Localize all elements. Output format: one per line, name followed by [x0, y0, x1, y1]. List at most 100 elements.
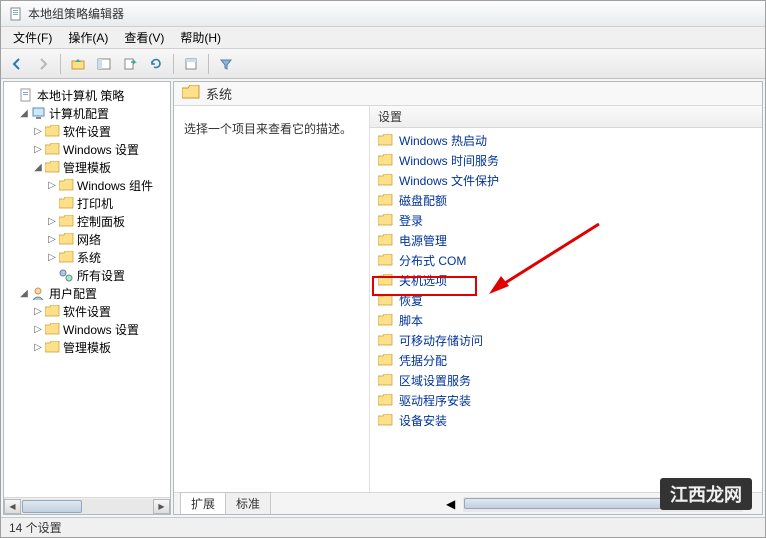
menu-help[interactable]: 帮助(H): [172, 27, 229, 48]
menu-file[interactable]: 文件(F): [5, 27, 60, 48]
collapse-icon[interactable]: ◢: [18, 108, 30, 119]
expand-icon[interactable]: ▷: [32, 342, 44, 353]
forward-button[interactable]: [31, 52, 55, 76]
tree-windows-components[interactable]: ▷ Windows 组件: [6, 176, 168, 194]
list-item[interactable]: Windows 文件保护: [370, 170, 762, 190]
folder-icon: [378, 234, 393, 246]
folder-icon: [44, 124, 60, 138]
scroll-left-icon[interactable]: ◀: [446, 497, 463, 512]
list-item[interactable]: 区域设置服务: [370, 370, 762, 390]
collapse-icon[interactable]: ◢: [32, 162, 44, 173]
scroll-right-icon[interactable]: ▶: [153, 499, 170, 514]
expand-icon[interactable]: ▷: [46, 180, 58, 191]
expand-icon[interactable]: ▷: [32, 126, 44, 137]
show-hide-tree-button[interactable]: [92, 52, 116, 76]
tree-admin-templates[interactable]: ◢ 管理模板: [6, 158, 168, 176]
list-item[interactable]: 登录: [370, 210, 762, 230]
status-text: 14 个设置: [9, 519, 62, 536]
tree-windows-settings[interactable]: ▷ Windows 设置: [6, 140, 168, 158]
folder-icon: [58, 250, 74, 264]
back-button[interactable]: [5, 52, 29, 76]
folder-icon: [378, 134, 393, 146]
filter-button[interactable]: [214, 52, 238, 76]
list-item[interactable]: 设备安装: [370, 410, 762, 430]
scroll-left-icon[interactable]: ◀: [4, 499, 21, 514]
folder-icon: [378, 174, 393, 186]
tree-network[interactable]: ▷ 网络: [6, 230, 168, 248]
folder-icon: [378, 274, 393, 286]
properties-button[interactable]: [179, 52, 203, 76]
tree-user-config[interactable]: ◢ 用户配置: [6, 284, 168, 302]
folder-icon: [44, 142, 60, 156]
list-item[interactable]: Windows 热启动: [370, 130, 762, 150]
tree-label: Windows 设置: [63, 321, 139, 338]
doc-icon: [18, 88, 34, 102]
folder-icon: [378, 394, 393, 406]
tree-system[interactable]: ▷ 系统: [6, 248, 168, 266]
toolbar-separator: [208, 54, 209, 74]
tree-label: 本地计算机 策略: [37, 87, 124, 104]
folder-icon: [182, 85, 200, 102]
tree-software-settings[interactable]: ▷ 软件设置: [6, 122, 168, 140]
folder-icon: [44, 340, 60, 354]
titlebar: 本地组策略编辑器: [1, 1, 765, 27]
list-item[interactable]: 磁盘配额: [370, 190, 762, 210]
tree-printers[interactable]: 打印机: [6, 194, 168, 212]
expand-icon[interactable]: ▷: [32, 306, 44, 317]
list-item[interactable]: 分布式 COM: [370, 250, 762, 270]
up-button[interactable]: [66, 52, 90, 76]
settings-list[interactable]: Windows 热启动Windows 时间服务Windows 文件保护磁盘配额登…: [370, 128, 762, 492]
refresh-button[interactable]: [144, 52, 168, 76]
tree-control-panel[interactable]: ▷ 控制面板: [6, 212, 168, 230]
toolbar-separator: [60, 54, 61, 74]
list-item[interactable]: 驱动程序安装: [370, 390, 762, 410]
expand-icon[interactable]: ▷: [46, 234, 58, 245]
list-item-label: 脚本: [399, 312, 423, 329]
list-item[interactable]: 电源管理: [370, 230, 762, 250]
content-area: 本地计算机 策略 ◢ 计算机配置 ▷ 软件设置 ▷ Windows 设置: [1, 79, 765, 517]
scrollbar-track[interactable]: [21, 499, 153, 514]
expand-icon[interactable]: ▷: [46, 216, 58, 227]
list-item[interactable]: 恢复: [370, 290, 762, 310]
tree-all-settings[interactable]: 所有设置: [6, 266, 168, 284]
tree-user-software-settings[interactable]: ▷ 软件设置: [6, 302, 168, 320]
tree-label: 管理模板: [63, 339, 111, 356]
tree-label: 用户配置: [49, 285, 97, 302]
settings-icon: [58, 268, 74, 282]
list-item[interactable]: 凭据分配: [370, 350, 762, 370]
tree-label: 软件设置: [63, 303, 111, 320]
list-item[interactable]: 关机选项: [370, 270, 762, 290]
tab-extended[interactable]: 扩展: [180, 492, 226, 514]
tree-computer-config[interactable]: ◢ 计算机配置: [6, 104, 168, 122]
details-title: 系统: [206, 84, 232, 103]
tab-standard[interactable]: 标准: [225, 492, 271, 514]
folder-icon: [58, 232, 74, 246]
menu-action[interactable]: 操作(A): [60, 27, 116, 48]
expand-icon[interactable]: ▷: [32, 144, 44, 155]
settings-column-header[interactable]: 设置: [370, 106, 762, 128]
tree-label: Windows 组件: [77, 177, 153, 194]
tree-user-windows-settings[interactable]: ▷ Windows 设置: [6, 320, 168, 338]
description-text: 选择一个项目来查看它的描述。: [184, 120, 358, 137]
expand-icon[interactable]: ▷: [46, 252, 58, 263]
export-button[interactable]: [118, 52, 142, 76]
tree-h-scrollbar[interactable]: ◀ ▶: [4, 497, 170, 514]
list-item[interactable]: Windows 时间服务: [370, 150, 762, 170]
menu-view[interactable]: 查看(V): [116, 27, 172, 48]
list-item[interactable]: 可移动存储访问: [370, 330, 762, 350]
menubar: 文件(F) 操作(A) 查看(V) 帮助(H): [1, 27, 765, 49]
tree-root[interactable]: 本地计算机 策略: [6, 86, 168, 104]
list-item[interactable]: 脚本: [370, 310, 762, 330]
list-item-label: 区域设置服务: [399, 372, 471, 389]
tree-label: 系统: [77, 249, 101, 266]
tree-label: 打印机: [77, 195, 113, 212]
folder-icon: [378, 414, 393, 426]
policy-tree[interactable]: 本地计算机 策略 ◢ 计算机配置 ▷ 软件设置 ▷ Windows 设置: [4, 82, 170, 497]
collapse-icon[interactable]: ◢: [18, 288, 30, 299]
list-item-label: 设备安装: [399, 412, 447, 429]
list-item-label: 登录: [399, 212, 423, 229]
tree-pane: 本地计算机 策略 ◢ 计算机配置 ▷ 软件设置 ▷ Windows 设置: [3, 81, 171, 515]
tree-user-admin-templates[interactable]: ▷ 管理模板: [6, 338, 168, 356]
scrollbar-thumb[interactable]: [22, 500, 82, 513]
expand-icon[interactable]: ▷: [32, 324, 44, 335]
